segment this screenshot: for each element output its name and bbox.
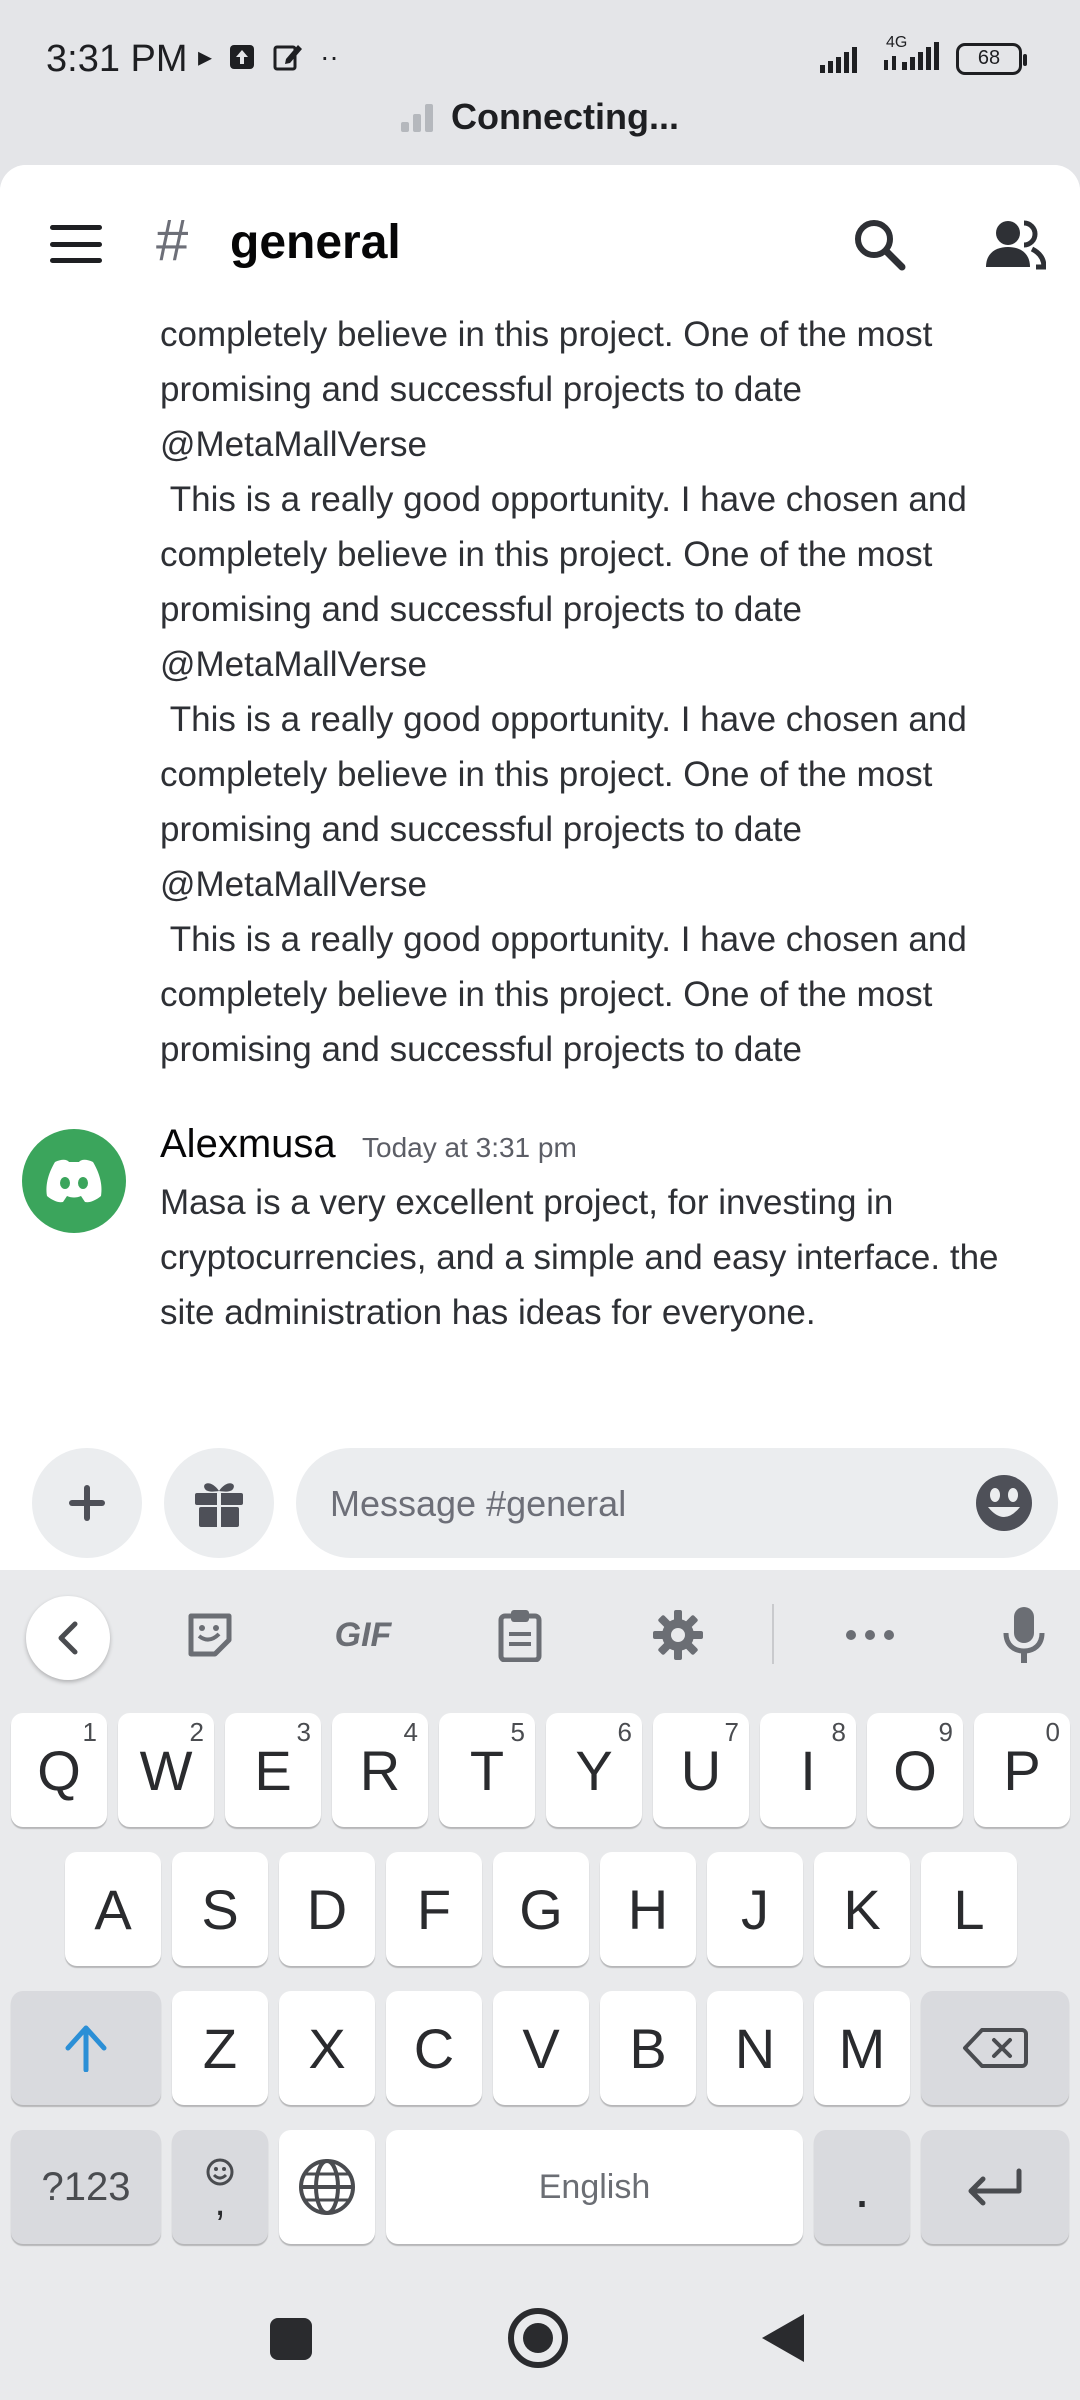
key-i[interactable]: I8 bbox=[760, 1713, 856, 1827]
connection-status: Connecting... bbox=[451, 96, 679, 137]
key-e[interactable]: E3 bbox=[225, 1713, 321, 1827]
keyboard-collapse-button[interactable] bbox=[26, 1596, 110, 1680]
keyboard: GIF Q1 W2 E3 R 4 T 5 Y 6 U 7 I 8 O 9 P 0… bbox=[0, 1570, 1080, 2270]
back-button[interactable] bbox=[762, 2314, 804, 2362]
recents-button[interactable] bbox=[270, 2318, 312, 2360]
channel-header: # general bbox=[0, 165, 1080, 310]
gift-button[interactable] bbox=[164, 1448, 274, 1558]
key-y[interactable]: Y6 bbox=[546, 1713, 642, 1827]
microphone-icon bbox=[1003, 1607, 1045, 1663]
key-q[interactable]: Q1 bbox=[11, 1713, 107, 1827]
enter-icon bbox=[968, 2168, 1022, 2206]
key-o[interactable]: O9 bbox=[867, 1713, 963, 1827]
key-w[interactable]: W2 bbox=[118, 1713, 214, 1827]
comma-label: , bbox=[214, 2180, 226, 2224]
key-r[interactable]: R4 bbox=[332, 1713, 428, 1827]
message-author[interactable]: Alexmusa bbox=[160, 1122, 336, 1167]
key-h[interactable]: H bbox=[600, 1852, 696, 1966]
add-attachment-button[interactable] bbox=[32, 1448, 142, 1558]
settings-button[interactable] bbox=[648, 1605, 708, 1665]
discord-logo-icon bbox=[46, 1159, 102, 1203]
key-t[interactable]: T5 bbox=[439, 1713, 535, 1827]
key-n[interactable]: N bbox=[707, 1991, 803, 2105]
key-c[interactable]: C bbox=[386, 1991, 482, 2105]
key-l[interactable]: L bbox=[921, 1852, 1017, 1966]
channel-name[interactable]: general bbox=[230, 215, 401, 270]
chat-screen: # general completely believe in this pro… bbox=[0, 165, 1080, 1570]
connection-bars-icon bbox=[401, 102, 433, 132]
message-list[interactable]: completely believe in this project. One … bbox=[0, 310, 1080, 1555]
enter-key[interactable] bbox=[921, 2130, 1069, 2244]
gear-icon bbox=[653, 1610, 703, 1660]
message-input-placeholder: Message #general bbox=[330, 1483, 627, 1524]
gif-button[interactable]: GIF bbox=[318, 1605, 408, 1665]
edit-icon bbox=[273, 44, 303, 70]
search-icon[interactable] bbox=[850, 215, 910, 275]
key-u[interactable]: U7 bbox=[653, 1713, 749, 1827]
backspace-key[interactable] bbox=[921, 1991, 1069, 2105]
key-x[interactable]: X bbox=[279, 1991, 375, 2105]
system-indicators: 4G 68 bbox=[818, 34, 1027, 77]
key-g[interactable]: G bbox=[493, 1852, 589, 1966]
key-k[interactable]: K bbox=[814, 1852, 910, 1966]
sticker-button[interactable] bbox=[180, 1605, 240, 1665]
play-icon: ▸ bbox=[198, 41, 213, 72]
status-bar: 3:31 PM ▸ ·· 4G 68 Connecting... bbox=[0, 0, 1080, 165]
key-z[interactable]: Z bbox=[172, 1991, 268, 2105]
space-key[interactable]: English bbox=[386, 2130, 803, 2244]
channel-hash-icon: # bbox=[156, 208, 189, 273]
network-indicator: 4G bbox=[880, 34, 944, 77]
signal-icon bbox=[820, 46, 857, 73]
message-content: completely believe in this project. One … bbox=[160, 315, 967, 1069]
connection-banner: Connecting... bbox=[0, 96, 1080, 138]
clipboard-button[interactable] bbox=[490, 1605, 550, 1665]
clipboard-icon bbox=[498, 1610, 542, 1662]
notification-icons: ▸ ·· bbox=[198, 40, 339, 73]
battery-indicator: 68 bbox=[956, 42, 1027, 75]
status-time: 3:31 PM bbox=[46, 38, 188, 80]
message-input[interactable]: Message #general bbox=[296, 1448, 1058, 1558]
globe-icon bbox=[299, 2159, 355, 2215]
key-a[interactable]: A bbox=[65, 1852, 161, 1966]
avatar[interactable] bbox=[22, 1129, 126, 1233]
key-s[interactable]: S bbox=[172, 1852, 268, 1966]
key-m[interactable]: M bbox=[814, 1991, 910, 2105]
battery-level: 68 bbox=[977, 47, 1001, 69]
key-v[interactable]: V bbox=[493, 1991, 589, 2105]
period-key[interactable]: . bbox=[814, 2130, 910, 2244]
message-timestamp: Today at 3:31 pm bbox=[362, 1132, 577, 1163]
members-icon[interactable] bbox=[982, 215, 1046, 275]
more-notifications-icon: ·· bbox=[320, 40, 339, 72]
key-f[interactable]: F bbox=[386, 1852, 482, 1966]
key-j[interactable]: J bbox=[707, 1852, 803, 1966]
message-content: Masa is a very excellent project, for in… bbox=[160, 1183, 999, 1332]
menu-icon[interactable] bbox=[50, 225, 102, 263]
key-p[interactable]: P0 bbox=[974, 1713, 1070, 1827]
chevron-left-icon bbox=[58, 1621, 78, 1655]
shift-key[interactable] bbox=[11, 1991, 161, 2105]
shift-arrow-icon bbox=[65, 2025, 107, 2072]
comma-key[interactable]: , bbox=[172, 2130, 268, 2244]
key-d[interactable]: D bbox=[279, 1852, 375, 1966]
symbols-key[interactable]: ?123 bbox=[11, 2130, 161, 2244]
voice-input-button[interactable] bbox=[994, 1605, 1054, 1665]
more-options-button[interactable] bbox=[840, 1605, 900, 1665]
gift-icon bbox=[195, 1483, 243, 1527]
toolbar-divider bbox=[772, 1604, 774, 1664]
keyboard-toolbar: GIF bbox=[0, 1570, 1080, 1700]
language-key[interactable] bbox=[279, 2130, 375, 2244]
key-b[interactable]: B bbox=[600, 1991, 696, 2105]
network-type: 4G bbox=[886, 34, 908, 51]
message-composer: Message #general bbox=[0, 1435, 1080, 1570]
more-horizontal-icon bbox=[846, 1630, 894, 1640]
sticker-icon bbox=[188, 1613, 232, 1657]
navigation-bar bbox=[0, 2270, 1080, 2400]
backspace-icon bbox=[963, 2028, 1028, 2068]
home-button[interactable] bbox=[508, 2308, 568, 2368]
emoji-icon[interactable] bbox=[974, 1473, 1034, 1533]
upload-icon bbox=[230, 44, 255, 69]
plus-icon bbox=[69, 1485, 105, 1521]
